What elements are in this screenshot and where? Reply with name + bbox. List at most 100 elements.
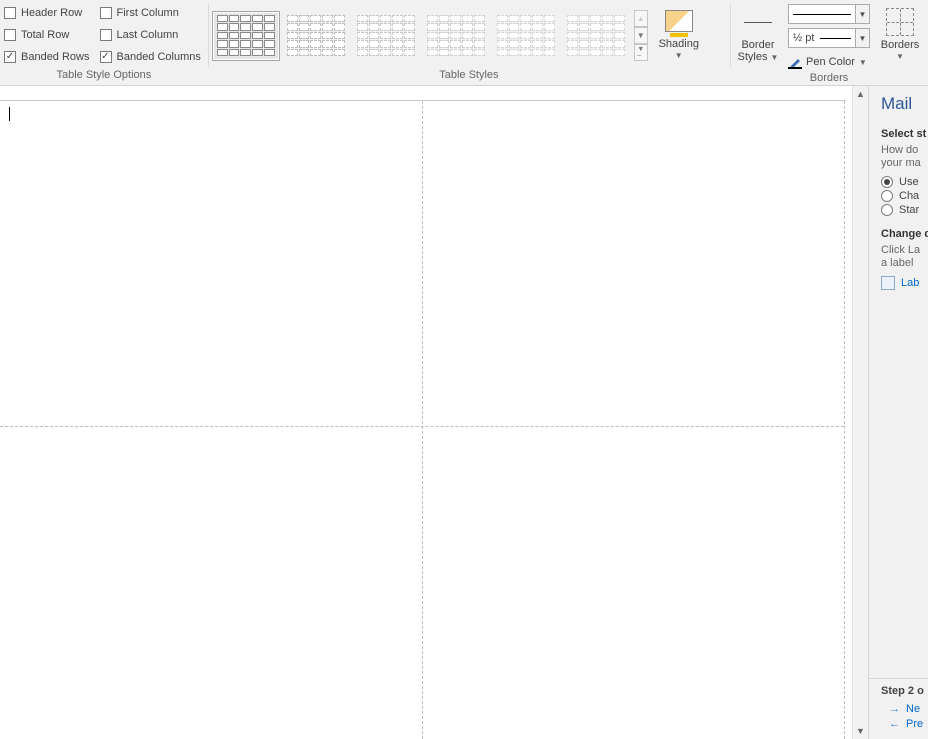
radio-icon <box>881 204 893 216</box>
chk-total-row[interactable]: Total Row <box>4 26 90 44</box>
vertical-scrollbar[interactable]: ▲ ▼ <box>852 86 868 739</box>
group-borders: Border Styles ▼ ▼ ½ pt ▼ <box>730 0 928 85</box>
table-style-thumb[interactable] <box>422 11 490 61</box>
chevron-down-icon: ▼ <box>896 52 904 61</box>
table-gridline <box>0 426 844 427</box>
group-label: Table Styles <box>212 69 726 83</box>
table-style-thumb[interactable] <box>352 11 420 61</box>
scroll-up-icon[interactable]: ▲ <box>853 86 869 102</box>
checkbox-icon <box>100 51 112 63</box>
chk-label: Total Row <box>21 29 69 41</box>
link-text: Lab <box>901 277 919 289</box>
ribbon: Header Row Total Row Banded Rows First C… <box>0 0 928 86</box>
table-gridline <box>844 101 845 739</box>
table-style-thumb[interactable] <box>282 11 350 61</box>
radio-label: Use <box>899 176 919 188</box>
table-style-thumb[interactable] <box>562 11 630 61</box>
gallery-scroll-down[interactable]: ▼ <box>634 27 648 44</box>
line-sample-icon <box>793 14 851 15</box>
chk-label: Banded Rows <box>21 51 90 63</box>
radio-icon <box>881 190 893 202</box>
wizard-prev-link[interactable]: ← Pre <box>889 718 928 730</box>
mail-pane-title: Mail <box>881 94 928 114</box>
table-style-preview-icon <box>497 15 555 57</box>
document-area[interactable]: ▲ ▼ <box>0 86 868 739</box>
borders-icon <box>884 6 916 38</box>
workspace: ▲ ▼ Mail Select st How doyour ma Use Cha… <box>0 86 928 739</box>
radio-label: Cha <box>899 190 919 202</box>
radio-change-layout[interactable]: Cha <box>881 190 928 202</box>
arrow-left-icon: ← <box>889 718 900 730</box>
chevron-down-icon: ▼ <box>859 58 867 67</box>
radio-use-current[interactable]: Use <box>881 176 928 188</box>
chevron-down-icon: ▼ <box>855 29 869 47</box>
shading-button[interactable]: Shading ▼ <box>652 3 706 69</box>
label-options-link[interactable]: Lab <box>881 276 928 290</box>
line-style-icon <box>742 6 774 38</box>
mail-section-heading: Change d <box>881 228 928 240</box>
table-style-preview-icon <box>287 15 345 57</box>
chk-first-column[interactable]: First Column <box>100 4 201 22</box>
group-table-styles: ▲ ▼ ▼– Shading ▼ Table Styles <box>208 0 730 85</box>
group-table-style-options: Header Row Total Row Banded Rows First C… <box>0 0 208 85</box>
mail-help-text: Click Laa label <box>881 244 928 270</box>
table-style-preview-icon <box>427 15 485 57</box>
pen-weight-value: ½ pt <box>793 32 814 44</box>
chk-header-row[interactable]: Header Row <box>4 4 90 22</box>
borders-label: Borders <box>881 39 920 51</box>
gallery-more[interactable]: ▼– <box>634 44 648 61</box>
label-options-icon <box>881 276 895 290</box>
chevron-down-icon: ▼ <box>855 5 869 23</box>
radio-icon <box>881 176 893 188</box>
label-table[interactable] <box>0 101 844 739</box>
chk-last-column[interactable]: Last Column <box>100 26 201 44</box>
pen-icon <box>788 55 802 69</box>
table-style-gallery: ▲ ▼ ▼– <box>212 10 648 61</box>
checkbox-icon <box>4 51 16 63</box>
pen-color-button[interactable]: Pen Color ▼ <box>788 52 870 72</box>
checkbox-icon <box>100 29 112 41</box>
table-style-thumb[interactable] <box>212 11 280 61</box>
line-sample-icon <box>820 38 851 39</box>
mail-wizard-nav: Step 2 o → Ne ← Pre <box>881 678 928 733</box>
chk-label: First Column <box>117 7 179 19</box>
table-style-preview-icon <box>357 15 415 57</box>
border-styles-label: Border Styles ▼ <box>738 39 779 64</box>
chk-label: Last Column <box>117 29 179 41</box>
wizard-next-link[interactable]: → Ne <box>889 703 928 715</box>
table-style-preview-icon <box>567 15 625 57</box>
pen-color-label: Pen Color <box>806 56 855 68</box>
group-label: Table Style Options <box>4 69 204 83</box>
group-label: Borders <box>734 72 924 86</box>
shading-icon <box>663 5 695 37</box>
chk-banded-rows[interactable]: Banded Rows <box>4 48 90 66</box>
chevron-down-icon: ▼ <box>771 53 779 62</box>
mail-section-heading: Select st <box>881 128 928 140</box>
borders-button[interactable]: Borders ▼ <box>876 4 924 70</box>
radio-label: Star <box>899 204 919 216</box>
chevron-down-icon: ▼ <box>675 51 683 60</box>
shading-label: Shading <box>659 38 699 50</box>
border-styles-button[interactable]: Border Styles ▼ <box>734 4 782 70</box>
gallery-scroll-up[interactable]: ▲ <box>634 10 648 27</box>
chk-label: Header Row <box>21 7 82 19</box>
scroll-down-icon[interactable]: ▼ <box>853 723 869 739</box>
table-style-preview-icon <box>217 15 275 57</box>
step-indicator: Step 2 o <box>881 685 928 697</box>
pen-controls: ▼ ½ pt ▼ Pen Color <box>786 2 872 72</box>
table-gridline <box>422 101 423 739</box>
chk-banded-columns[interactable]: Banded Columns <box>100 48 201 66</box>
link-text: Ne <box>906 703 920 715</box>
arrow-right-icon: → <box>889 703 900 715</box>
line-style-combo[interactable]: ▼ <box>788 4 870 24</box>
radio-start-from[interactable]: Star <box>881 204 928 216</box>
link-text: Pre <box>906 718 923 730</box>
table-style-thumb[interactable] <box>492 11 560 61</box>
gallery-scroll: ▲ ▼ ▼– <box>634 10 648 61</box>
checkbox-icon <box>4 29 16 41</box>
pen-weight-combo[interactable]: ½ pt ▼ <box>788 28 870 48</box>
checkbox-icon <box>4 7 16 19</box>
checkbox-icon <box>100 7 112 19</box>
mail-help-text: How doyour ma <box>881 144 928 170</box>
text-cursor <box>9 107 10 121</box>
